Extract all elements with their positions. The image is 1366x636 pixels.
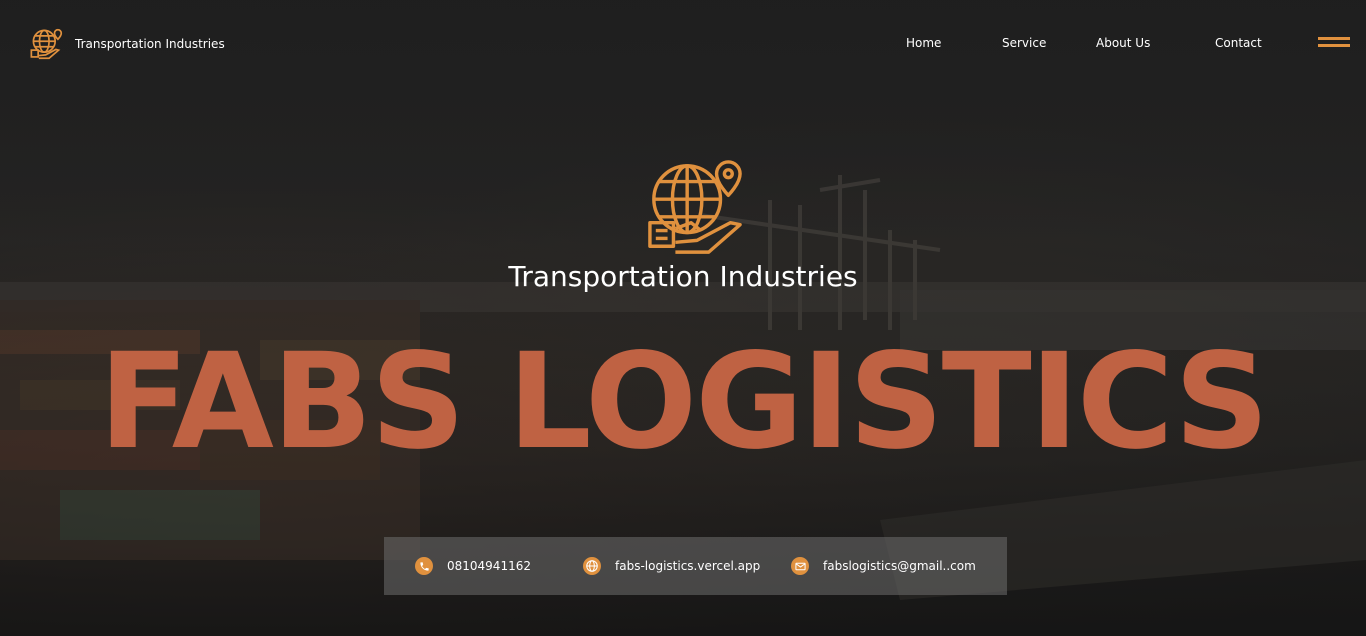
mail-icon [791,557,809,575]
nav-link-contact[interactable]: Contact [1215,36,1262,50]
contact-website-text: fabs-logistics.vercel.app [615,559,761,573]
brand[interactable]: Transportation Industries [30,27,225,61]
contact-email-text: fabslogistics@gmail..com [823,559,976,573]
hero-title: FABS LOGISTICS [98,325,1270,479]
hamburger-icon[interactable] [1318,37,1350,49]
nav-link-service[interactable]: Service [1002,36,1046,50]
contact-bar: 08104941162 fabs-logistics.vercel.app fa… [384,537,1007,595]
globe-icon [583,557,601,575]
contact-phone-text: 08104941162 [447,559,531,573]
nav-link-about-us[interactable]: About Us [1096,36,1150,50]
globe-delivery-icon [30,28,63,60]
contact-phone[interactable]: 08104941162 [415,537,531,595]
top-navigation: Transportation Industries Home Service A… [0,0,1366,88]
hamburger-bar [1318,44,1350,47]
brand-name: Transportation Industries [75,37,225,51]
nav-link-home[interactable]: Home [906,36,941,50]
contact-email[interactable]: fabslogistics@gmail..com [791,537,976,595]
hamburger-bar [1318,37,1350,40]
phone-icon [415,557,433,575]
contact-website[interactable]: fabs-logistics.vercel.app [583,537,760,595]
globe-delivery-icon [648,160,742,254]
hero-subtitle: Transportation Industries [508,260,858,293]
